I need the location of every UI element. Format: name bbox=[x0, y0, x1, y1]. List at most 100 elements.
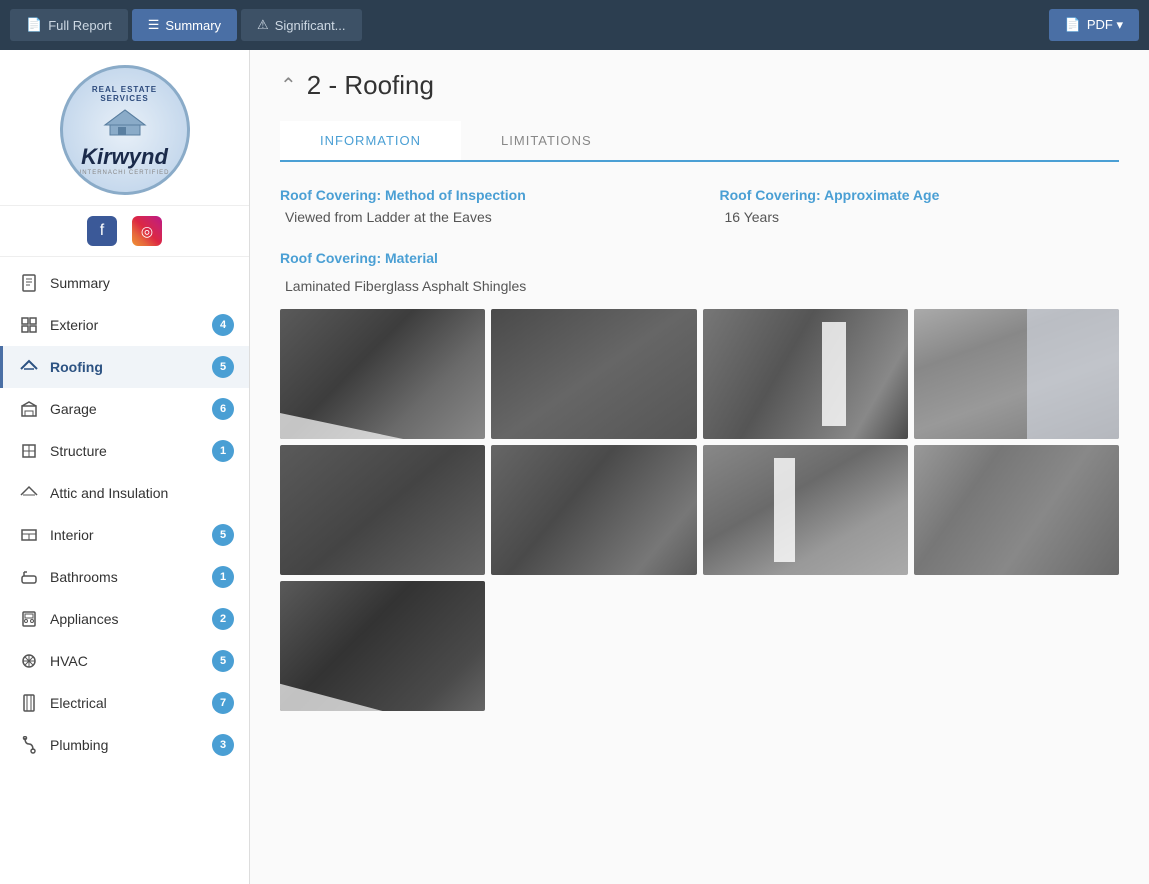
appliances-item-label: Appliances bbox=[50, 611, 202, 627]
pdf-label: PDF ▾ bbox=[1087, 17, 1123, 33]
interior-badge: 5 bbox=[212, 524, 234, 546]
garage-item-label: Garage bbox=[50, 401, 202, 417]
roof-photo-1[interactable] bbox=[280, 309, 485, 439]
sidebar-item-interior[interactable]: Interior 5 bbox=[0, 514, 249, 556]
attic-item-label: Attic and Insulation bbox=[50, 485, 234, 501]
material-value: Laminated Fiberglass Asphalt Shingles bbox=[280, 278, 1119, 294]
interior-icon bbox=[18, 524, 40, 546]
roofing-item-label: Roofing bbox=[50, 359, 202, 375]
material-label-colored: Material bbox=[385, 250, 438, 266]
attic-icon bbox=[18, 482, 40, 504]
logo-top-text: REAL ESTATE SERVICES bbox=[71, 85, 179, 103]
roof-photo-6[interactable] bbox=[491, 445, 696, 575]
sidebar-item-summary[interactable]: Summary bbox=[0, 262, 249, 304]
material-label: Roof Covering: Material bbox=[280, 250, 1119, 266]
age-label-bold: Roof Covering: bbox=[720, 187, 821, 203]
sidebar-item-structure[interactable]: Structure 1 bbox=[0, 430, 249, 472]
sidebar-item-plumbing[interactable]: Plumbing 3 bbox=[0, 724, 249, 766]
roof-photo-3[interactable] bbox=[703, 309, 908, 439]
sidebar-item-hvac[interactable]: HVAC 5 bbox=[0, 640, 249, 682]
logo-content: REAL ESTATE SERVICES Kirwynd INTERNACHI … bbox=[63, 77, 187, 184]
warning-icon: ⚠ bbox=[257, 17, 269, 33]
logo-brand: Kirwynd bbox=[71, 144, 179, 170]
structure-icon bbox=[18, 440, 40, 462]
method-value: Viewed from Ladder at the Eaves bbox=[280, 209, 680, 225]
information-tab-label: INFORMATION bbox=[320, 133, 421, 148]
electrical-badge: 7 bbox=[212, 692, 234, 714]
sidebar-item-garage[interactable]: Garage 6 bbox=[0, 388, 249, 430]
instagram-icon[interactable]: ◎ bbox=[132, 216, 162, 246]
method-label-bold: Roof Covering: bbox=[280, 187, 381, 203]
info-col-method: Roof Covering: Method of Inspection View… bbox=[280, 187, 680, 225]
main-content: ⌃ 2 - Roofing INFORMATION LIMITATIONS Ro… bbox=[250, 50, 1149, 884]
photo-grid bbox=[280, 309, 1119, 711]
summary-label: Summary bbox=[165, 18, 221, 33]
hvac-badge: 5 bbox=[212, 650, 234, 672]
summary-item-label: Summary bbox=[50, 275, 234, 291]
pdf-icon: 📄 bbox=[1065, 17, 1081, 33]
roof-photo-9[interactable] bbox=[280, 581, 485, 711]
age-label-colored: Approximate Age bbox=[824, 187, 939, 203]
garage-badge: 6 bbox=[212, 398, 234, 420]
significant-button[interactable]: ⚠ Significant... bbox=[241, 9, 361, 41]
document-icon: 📄 bbox=[26, 17, 42, 33]
roof-icon bbox=[18, 356, 40, 378]
sidebar-item-attic[interactable]: Attic and Insulation bbox=[0, 472, 249, 514]
roof-photo-7[interactable] bbox=[703, 445, 908, 575]
info-col-age: Roof Covering: Approximate Age 16 Years bbox=[720, 187, 1120, 225]
content-tabs: INFORMATION LIMITATIONS bbox=[280, 121, 1119, 162]
roofing-badge: 5 bbox=[212, 356, 234, 378]
page-title: ⌃ 2 - Roofing bbox=[280, 70, 1119, 101]
bathrooms-badge: 1 bbox=[212, 566, 234, 588]
exterior-item-label: Exterior bbox=[50, 317, 202, 333]
sidebar: REAL ESTATE SERVICES Kirwynd INTERNACHI … bbox=[0, 50, 250, 884]
roof-photo-2[interactable] bbox=[491, 309, 696, 439]
collapse-icon[interactable]: ⌃ bbox=[280, 73, 297, 98]
appliances-badge: 2 bbox=[212, 608, 234, 630]
plumbing-icon bbox=[18, 734, 40, 756]
facebook-icon[interactable]: f bbox=[87, 216, 117, 246]
page-title-text: 2 - Roofing bbox=[307, 70, 434, 101]
info-fields-row: Roof Covering: Method of Inspection View… bbox=[280, 187, 1119, 225]
electrical-item-label: Electrical bbox=[50, 695, 202, 711]
house-logo-svg bbox=[100, 105, 150, 140]
bath-icon bbox=[18, 566, 40, 588]
full-report-button[interactable]: 📄 Full Report bbox=[10, 9, 128, 41]
pdf-button[interactable]: 📄 PDF ▾ bbox=[1049, 9, 1139, 41]
tab-information[interactable]: INFORMATION bbox=[280, 121, 461, 162]
main-layout: REAL ESTATE SERVICES Kirwynd INTERNACHI … bbox=[0, 50, 1149, 884]
doc-icon bbox=[18, 272, 40, 294]
sidebar-item-roofing[interactable]: Roofing 5 bbox=[0, 346, 249, 388]
sidebar-item-bathrooms[interactable]: Bathrooms 1 bbox=[0, 556, 249, 598]
limitations-tab-label: LIMITATIONS bbox=[501, 133, 592, 148]
hvac-item-label: HVAC bbox=[50, 653, 202, 669]
full-report-label: Full Report bbox=[48, 18, 112, 33]
structure-badge: 1 bbox=[212, 440, 234, 462]
method-label: Roof Covering: Method of Inspection bbox=[280, 187, 680, 203]
sidebar-item-electrical[interactable]: Electrical 7 bbox=[0, 682, 249, 724]
method-label-colored: Method of Inspection bbox=[385, 187, 526, 203]
bathrooms-item-label: Bathrooms bbox=[50, 569, 202, 585]
roof-photo-5[interactable] bbox=[280, 445, 485, 575]
list-icon: ☰ bbox=[148, 17, 160, 33]
sidebar-logo: REAL ESTATE SERVICES Kirwynd INTERNACHI … bbox=[0, 50, 249, 206]
roof-photo-4[interactable] bbox=[914, 309, 1119, 439]
age-label: Roof Covering: Approximate Age bbox=[720, 187, 1120, 203]
summary-button[interactable]: ☰ Summary bbox=[132, 9, 237, 41]
interior-item-label: Interior bbox=[50, 527, 202, 543]
top-navigation: 📄 Full Report ☰ Summary ⚠ Significant...… bbox=[0, 0, 1149, 50]
significant-label: Significant... bbox=[275, 18, 346, 33]
logo-sub-text: INTERNACHI CERTIFIED bbox=[71, 170, 179, 176]
appliances-icon bbox=[18, 608, 40, 630]
garage-icon bbox=[18, 398, 40, 420]
age-value: 16 Years bbox=[720, 209, 1120, 225]
sidebar-item-appliances[interactable]: Appliances 2 bbox=[0, 598, 249, 640]
plumbing-item-label: Plumbing bbox=[50, 737, 202, 753]
roof-photo-8[interactable] bbox=[914, 445, 1119, 575]
material-section: Roof Covering: Material Laminated Fiberg… bbox=[280, 250, 1119, 711]
electrical-icon bbox=[18, 692, 40, 714]
sidebar-social: f ◎ bbox=[0, 206, 249, 257]
logo-circle: REAL ESTATE SERVICES Kirwynd INTERNACHI … bbox=[60, 65, 190, 195]
tab-limitations[interactable]: LIMITATIONS bbox=[461, 121, 632, 162]
sidebar-item-exterior[interactable]: Exterior 4 bbox=[0, 304, 249, 346]
